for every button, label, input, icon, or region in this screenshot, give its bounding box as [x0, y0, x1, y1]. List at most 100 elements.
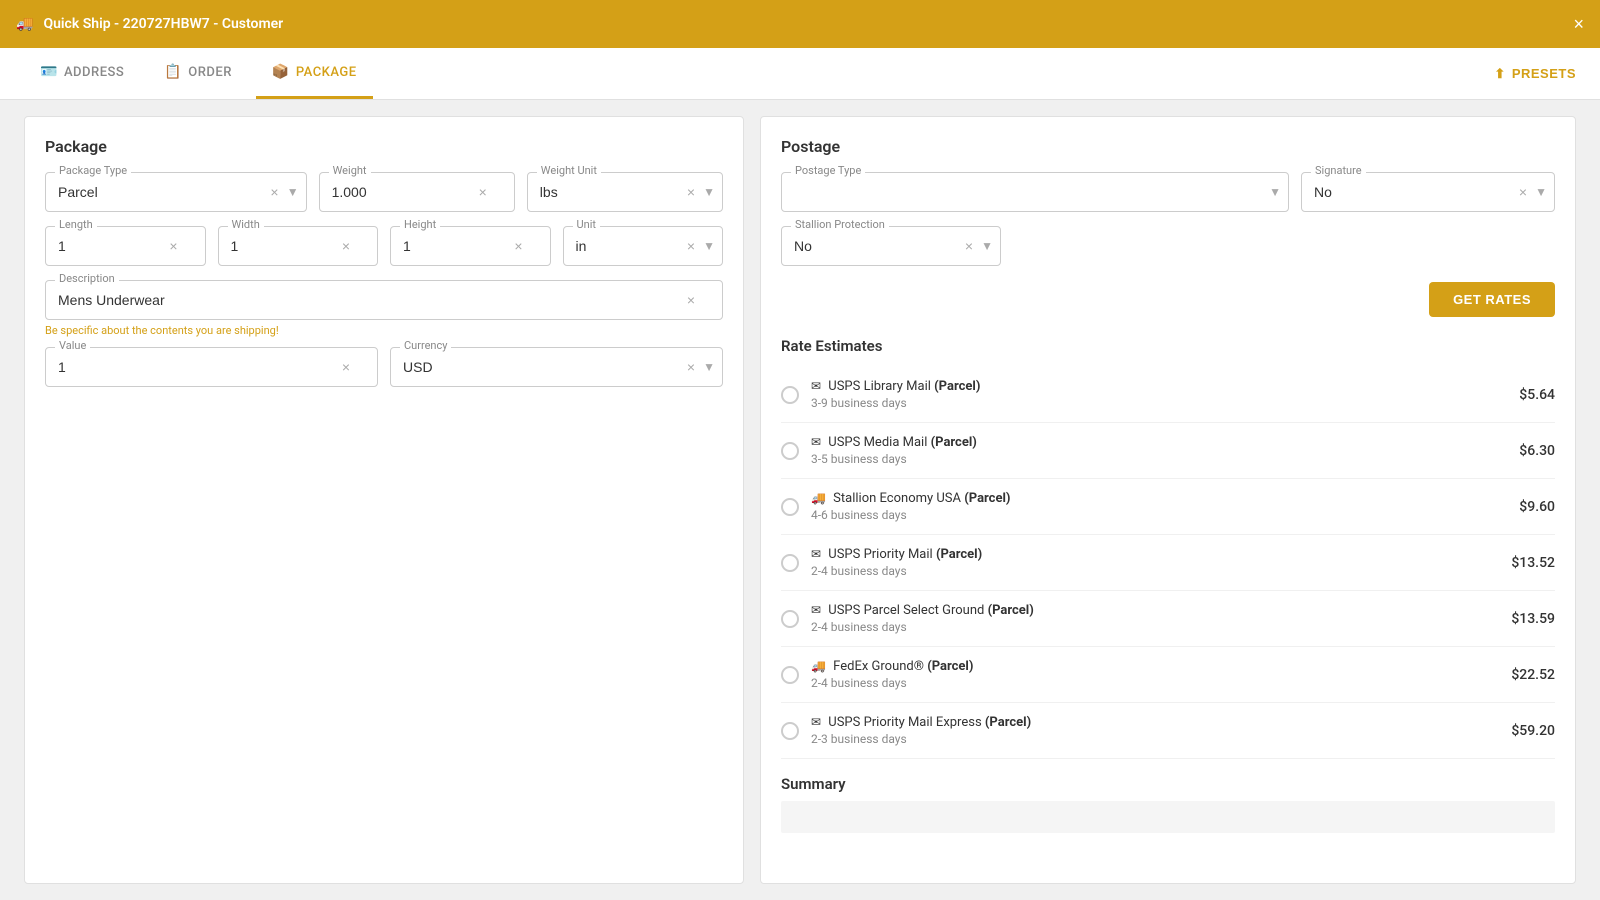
main-content: Package Package Type × ▼ Weight × Weight…	[0, 100, 1600, 900]
description-clear[interactable]: ×	[687, 292, 695, 308]
postage-row-1: Postage Type ▼ Signature × ▼	[781, 172, 1555, 212]
length-label: Length	[55, 218, 97, 231]
rate-item[interactable]: ✉ USPS Parcel Select Ground (Parcel) 2-4…	[781, 591, 1555, 647]
length-input[interactable]	[45, 226, 206, 266]
rate-radio-2[interactable]	[781, 498, 799, 516]
signature-input[interactable]	[1301, 172, 1555, 212]
rate-info-3: ✉ USPS Priority Mail (Parcel) 2-4 busine…	[811, 547, 1499, 578]
height-field: Height ×	[390, 226, 551, 266]
height-label: Height	[400, 218, 440, 231]
rate-radio-3[interactable]	[781, 554, 799, 572]
carrier-icon-0: ✉	[811, 379, 821, 393]
rate-info-2: 🚚 Stallion Economy USA (Parcel) 4-6 busi…	[811, 491, 1507, 522]
postage-type-field: Postage Type ▼	[781, 172, 1289, 212]
presets-button[interactable]: ⬆ PRESETS	[1494, 66, 1576, 82]
rate-item[interactable]: ✉ USPS Priority Mail Express (Parcel) 2-…	[781, 703, 1555, 759]
stallion-protection-clear[interactable]: ×	[965, 238, 973, 254]
truck-icon: 🚚	[16, 16, 33, 32]
weight-clear[interactable]: ×	[479, 184, 487, 200]
postage-type-select[interactable]	[781, 172, 1289, 212]
description-input[interactable]	[45, 280, 723, 320]
package-type-label: Package Type	[55, 164, 131, 177]
unit-clear[interactable]: ×	[687, 238, 695, 254]
value-input[interactable]	[45, 347, 378, 387]
postage-title: Postage	[781, 137, 1555, 156]
width-clear[interactable]: ×	[342, 238, 350, 254]
currency-clear[interactable]: ×	[687, 359, 695, 375]
rate-item[interactable]: ✉ USPS Media Mail (Parcel) 3-5 business …	[781, 423, 1555, 479]
nav-tabs: 🪪 ADDRESS 📋 ORDER 📦 PACKAGE ⬆ PRESETS	[0, 48, 1600, 100]
signature-label: Signature	[1311, 164, 1366, 177]
presets-icon: ⬆	[1494, 66, 1505, 82]
tab-address-label: ADDRESS	[64, 65, 124, 80]
rate-info-5: 🚚 FedEx Ground® (Parcel) 2-4 business da…	[811, 659, 1499, 690]
rate-name-3: ✉ USPS Priority Mail (Parcel)	[811, 547, 1499, 562]
rate-item[interactable]: 🚚 FedEx Ground® (Parcel) 2-4 business da…	[781, 647, 1555, 703]
presets-label: PRESETS	[1512, 66, 1576, 81]
rate-radio-1[interactable]	[781, 442, 799, 460]
topbar-title: Quick Ship - 220727HBW7 - Customer	[43, 16, 283, 32]
value-label: Value	[55, 339, 90, 352]
unit-label: Unit	[573, 218, 600, 231]
rate-radio-0[interactable]	[781, 386, 799, 404]
value-clear[interactable]: ×	[342, 359, 350, 375]
rate-days-3: 2-4 business days	[811, 564, 1499, 578]
rate-name-6: ✉ USPS Priority Mail Express (Parcel)	[811, 715, 1499, 730]
close-button[interactable]: ×	[1573, 14, 1584, 35]
rate-item[interactable]: 🚚 Stallion Economy USA (Parcel) 4-6 busi…	[781, 479, 1555, 535]
width-label: Width	[228, 218, 264, 231]
rate-info-4: ✉ USPS Parcel Select Ground (Parcel) 2-4…	[811, 603, 1499, 634]
rate-days-1: 3-5 business days	[811, 452, 1507, 466]
currency-input[interactable]	[390, 347, 723, 387]
address-icon: 🪪	[40, 64, 58, 80]
tab-address[interactable]: 🪪 ADDRESS	[24, 48, 140, 99]
weight-field: Weight ×	[319, 172, 515, 212]
nav-tabs-left: 🪪 ADDRESS 📋 ORDER 📦 PACKAGE	[24, 48, 373, 99]
rate-item[interactable]: ✉ USPS Priority Mail (Parcel) 2-4 busine…	[781, 535, 1555, 591]
rate-radio-4[interactable]	[781, 610, 799, 628]
length-field: Length ×	[45, 226, 206, 266]
tab-package[interactable]: 📦 PACKAGE	[256, 48, 373, 99]
tab-order[interactable]: 📋 ORDER	[148, 48, 248, 99]
rate-name-5: 🚚 FedEx Ground® (Parcel)	[811, 659, 1499, 674]
description-label: Description	[55, 272, 119, 285]
package-type-input[interactable]	[45, 172, 307, 212]
rate-estimates-title: Rate Estimates	[781, 337, 1555, 355]
stallion-protection-label: Stallion Protection	[791, 218, 889, 231]
weight-unit-label: Weight Unit	[537, 164, 601, 177]
tab-order-label: ORDER	[188, 65, 232, 80]
rate-item[interactable]: ✉ USPS Library Mail (Parcel) 3-9 busines…	[781, 367, 1555, 423]
carrier-icon-4: ✉	[811, 603, 821, 617]
tab-package-label: PACKAGE	[296, 65, 357, 80]
rate-days-2: 4-6 business days	[811, 508, 1507, 522]
width-input[interactable]	[218, 226, 379, 266]
unit-input[interactable]	[563, 226, 724, 266]
package-type-clear[interactable]: ×	[270, 184, 278, 200]
weight-unit-field: Weight Unit × ▼	[527, 172, 723, 212]
rate-info-1: ✉ USPS Media Mail (Parcel) 3-5 business …	[811, 435, 1507, 466]
rate-radio-5[interactable]	[781, 666, 799, 684]
package-title: Package	[45, 137, 723, 156]
rate-price-4: $13.59	[1511, 611, 1555, 627]
order-icon: 📋	[164, 64, 182, 80]
height-clear[interactable]: ×	[514, 238, 522, 254]
length-clear[interactable]: ×	[169, 238, 177, 254]
rate-days-4: 2-4 business days	[811, 620, 1499, 634]
package-type-field: Package Type × ▼	[45, 172, 307, 212]
height-input[interactable]	[390, 226, 551, 266]
rate-price-1: $6.30	[1519, 443, 1555, 459]
get-rates-button[interactable]: GET RATES	[1429, 282, 1555, 317]
width-field: Width ×	[218, 226, 379, 266]
rate-price-2: $9.60	[1519, 499, 1555, 515]
weight-unit-clear[interactable]: ×	[687, 184, 695, 200]
rate-days-6: 2-3 business days	[811, 732, 1499, 746]
rate-radio-6[interactable]	[781, 722, 799, 740]
package-row-3: Value × Currency × ▼	[45, 347, 723, 387]
unit-field: Unit × ▼	[563, 226, 724, 266]
carrier-icon-6: ✉	[811, 715, 821, 729]
rate-price-5: $22.52	[1511, 667, 1555, 683]
rate-name-1: ✉ USPS Media Mail (Parcel)	[811, 435, 1507, 450]
carrier-icon-3: ✉	[811, 547, 821, 561]
summary-total-row	[781, 801, 1555, 833]
signature-clear[interactable]: ×	[1519, 184, 1527, 200]
